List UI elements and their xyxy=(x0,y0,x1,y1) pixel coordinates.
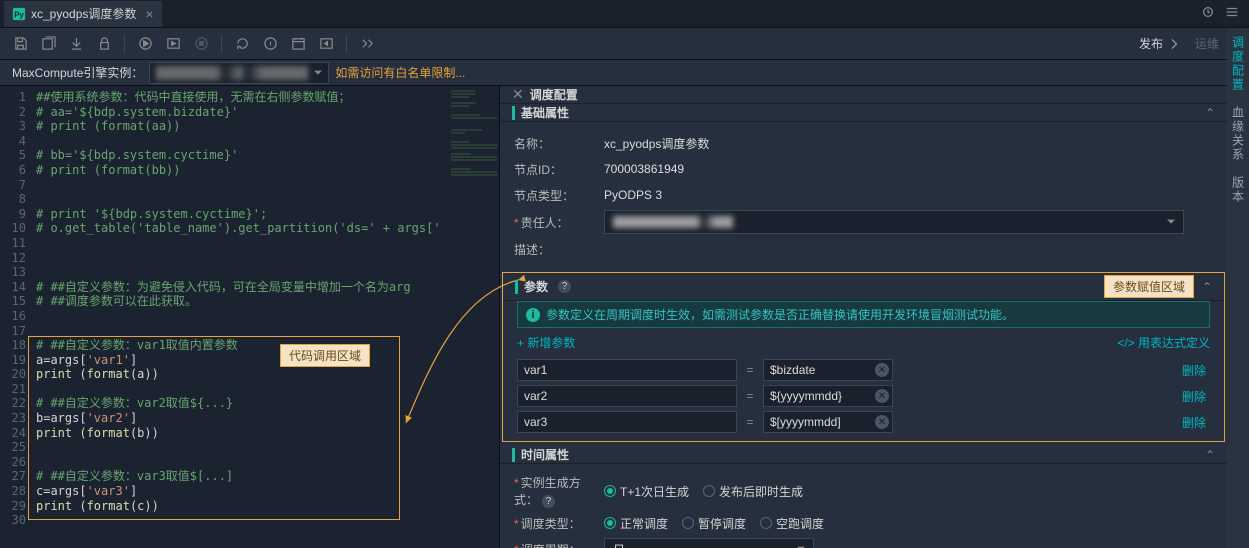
goto-icon[interactable] xyxy=(318,36,334,52)
name-value: xc_pyodps调度参数 xyxy=(604,135,709,152)
section-time-title: 时间属性 xyxy=(521,446,569,463)
refresh-icon[interactable] xyxy=(1201,5,1215,22)
nodeid-value: 700003861949 xyxy=(604,162,684,176)
param-value-input[interactable] xyxy=(763,411,893,433)
clear-icon[interactable]: ✕ xyxy=(875,415,889,429)
chevron-up-icon: ⌃ xyxy=(1205,448,1215,462)
tab-file[interactable]: Py xc_pyodps调度参数 × xyxy=(4,1,162,27)
rail-lineage[interactable]: 血缘关系 xyxy=(1230,106,1247,162)
add-param-button[interactable]: + 新增参数 xyxy=(517,334,575,351)
section-params-header[interactable]: 参数 ? 参数赋值区域 ⌃ xyxy=(503,273,1224,301)
svg-text:Py: Py xyxy=(14,10,24,19)
clear-icon[interactable]: ✕ xyxy=(875,363,889,377)
delete-param-button[interactable]: 删除 xyxy=(1182,362,1206,379)
sched-opt-dryrun[interactable]: 空跑调度 xyxy=(760,515,824,532)
param-value-input[interactable] xyxy=(763,359,893,381)
param-row: = ✕ 删除 xyxy=(503,357,1224,383)
gen-radio-group: T+1次日生成 发布后即时生成 xyxy=(604,483,803,500)
publish-link[interactable]: 发布 xyxy=(1139,35,1163,52)
publish-arrow-icon xyxy=(1169,38,1181,50)
lock-icon[interactable] xyxy=(96,36,112,52)
minimap[interactable] xyxy=(449,86,499,548)
rail-schedule-config[interactable]: 调度配置 xyxy=(1230,36,1247,92)
sched-opt-normal[interactable]: 正常调度 xyxy=(604,515,668,532)
engine-label: MaxCompute引擎实例： xyxy=(12,64,143,81)
name-label: 名称： xyxy=(514,135,604,152)
param-row: = ✕ 删除 xyxy=(503,409,1224,435)
code-body[interactable]: ##使用系统参数：代码中直接使用，无需在右侧参数赋值；# aa='${bdp.s… xyxy=(32,86,449,548)
param-name-input[interactable] xyxy=(517,411,737,433)
smoke-test-icon[interactable] xyxy=(262,36,278,52)
param-name-input[interactable] xyxy=(517,359,737,381)
section-params-title: 参数 xyxy=(524,278,548,295)
help-icon[interactable]: ? xyxy=(542,495,555,508)
info-icon: i xyxy=(526,308,540,322)
section-basic-header[interactable]: 基础属性 ⌃ xyxy=(500,104,1227,122)
code-editor[interactable]: 1 2 3 4 5 6 7 8 9 10 11 12 13 14 15 16 1… xyxy=(0,86,500,548)
stop-icon[interactable] xyxy=(193,36,209,52)
editor-tabs: Py xc_pyodps调度参数 × xyxy=(0,0,1249,28)
schedule-icon[interactable] xyxy=(290,36,306,52)
params-info-bar: i 参数定义在周期调度时生效，如需测试参数是否正确替换请使用开发环境冒烟测试功能… xyxy=(517,301,1210,328)
param-row: = ✕ 删除 xyxy=(503,383,1224,409)
section-time-header[interactable]: 时间属性 ⌃ xyxy=(500,446,1227,464)
owner-label: 责任人： xyxy=(514,214,604,231)
panel-title: 调度配置 xyxy=(530,86,578,103)
gen-opt-t1[interactable]: T+1次日生成 xyxy=(604,483,689,500)
chevron-up-icon: ⌃ xyxy=(1202,280,1212,294)
save-as-icon[interactable] xyxy=(40,36,56,52)
save-icon[interactable] xyxy=(12,36,28,52)
gen-label: 实例生成方式：? xyxy=(514,474,604,508)
desc-label: 描述： xyxy=(514,241,604,258)
rail-version[interactable]: 版本 xyxy=(1230,176,1247,204)
format-icon[interactable] xyxy=(359,36,375,52)
nodetype-value: PyODPS 3 xyxy=(604,188,662,202)
section-basic-body: 名称：xc_pyodps调度参数 节点ID：700003861949 节点类型：… xyxy=(500,122,1227,272)
nodeid-label: 节点ID： xyxy=(514,161,604,178)
period-select[interactable]: 日 xyxy=(604,538,814,548)
equals-sign: = xyxy=(745,389,755,403)
python-file-icon: Py xyxy=(12,7,26,21)
params-info-text: 参数定义在周期调度时生效，如需测试参数是否正确替换请使用开发环境冒烟测试功能。 xyxy=(546,306,1014,323)
tab-title: xc_pyodps调度参数 xyxy=(31,5,136,22)
schedtype-radio-group: 正常调度 暂停调度 空跑调度 xyxy=(604,515,824,532)
period-label: 调度周期： xyxy=(514,541,604,548)
tab-close-icon[interactable]: × xyxy=(145,6,153,22)
line-gutter: 1 2 3 4 5 6 7 8 9 10 11 12 13 14 15 16 1… xyxy=(0,86,32,548)
engine-warning: 如需访问有白名单限制... xyxy=(335,64,465,81)
run-with-params-icon[interactable] xyxy=(165,36,181,52)
gen-opt-immediate[interactable]: 发布后即时生成 xyxy=(703,483,803,500)
section-basic-title: 基础属性 xyxy=(521,104,569,121)
code-callout-label: 代码调用区域 xyxy=(280,344,370,367)
menu-icon[interactable] xyxy=(1225,5,1239,22)
right-rail: 调度配置 血缘关系 版本 xyxy=(1227,28,1249,548)
expr-define-button[interactable]: </> 用表达式定义 xyxy=(1117,334,1210,351)
engine-select[interactable] xyxy=(149,62,329,84)
owner-select[interactable] xyxy=(604,210,1184,234)
ops-link[interactable]: 运维 xyxy=(1195,35,1219,52)
help-icon[interactable]: ? xyxy=(558,280,571,293)
sched-opt-pause[interactable]: 暂停调度 xyxy=(682,515,746,532)
param-name-input[interactable] xyxy=(517,385,737,407)
panel-close-icon[interactable]: ✕ xyxy=(512,86,524,103)
run-icon[interactable] xyxy=(137,36,153,52)
chevron-up-icon: ⌃ xyxy=(1205,106,1215,120)
param-value-input[interactable] xyxy=(763,385,893,407)
toolbar: 发布 运维 xyxy=(0,28,1249,60)
schedtype-label: 调度类型： xyxy=(514,515,604,532)
submit-icon[interactable] xyxy=(68,36,84,52)
equals-sign: = xyxy=(745,363,755,377)
delete-param-button[interactable]: 删除 xyxy=(1182,414,1206,431)
config-panel: ✕ 调度配置 基础属性 ⌃ 名称：xc_pyodps调度参数 节点ID：7000… xyxy=(500,86,1227,548)
params-callout-label: 参数赋值区域 xyxy=(1104,275,1194,298)
params-section-wrap: 参数 ? 参数赋值区域 ⌃ i 参数定义在周期调度时生效，如需测试参数是否正确替… xyxy=(502,272,1225,442)
reload-icon[interactable] xyxy=(234,36,250,52)
nodetype-label: 节点类型： xyxy=(514,187,604,204)
equals-sign: = xyxy=(745,415,755,429)
section-time-body: 实例生成方式：? T+1次日生成 发布后即时生成 调度类型： 正常调度 暂停调度… xyxy=(500,464,1227,548)
clear-icon[interactable]: ✕ xyxy=(875,389,889,403)
delete-param-button[interactable]: 删除 xyxy=(1182,388,1206,405)
engine-row: MaxCompute引擎实例： 如需访问有白名单限制... xyxy=(0,60,1249,86)
